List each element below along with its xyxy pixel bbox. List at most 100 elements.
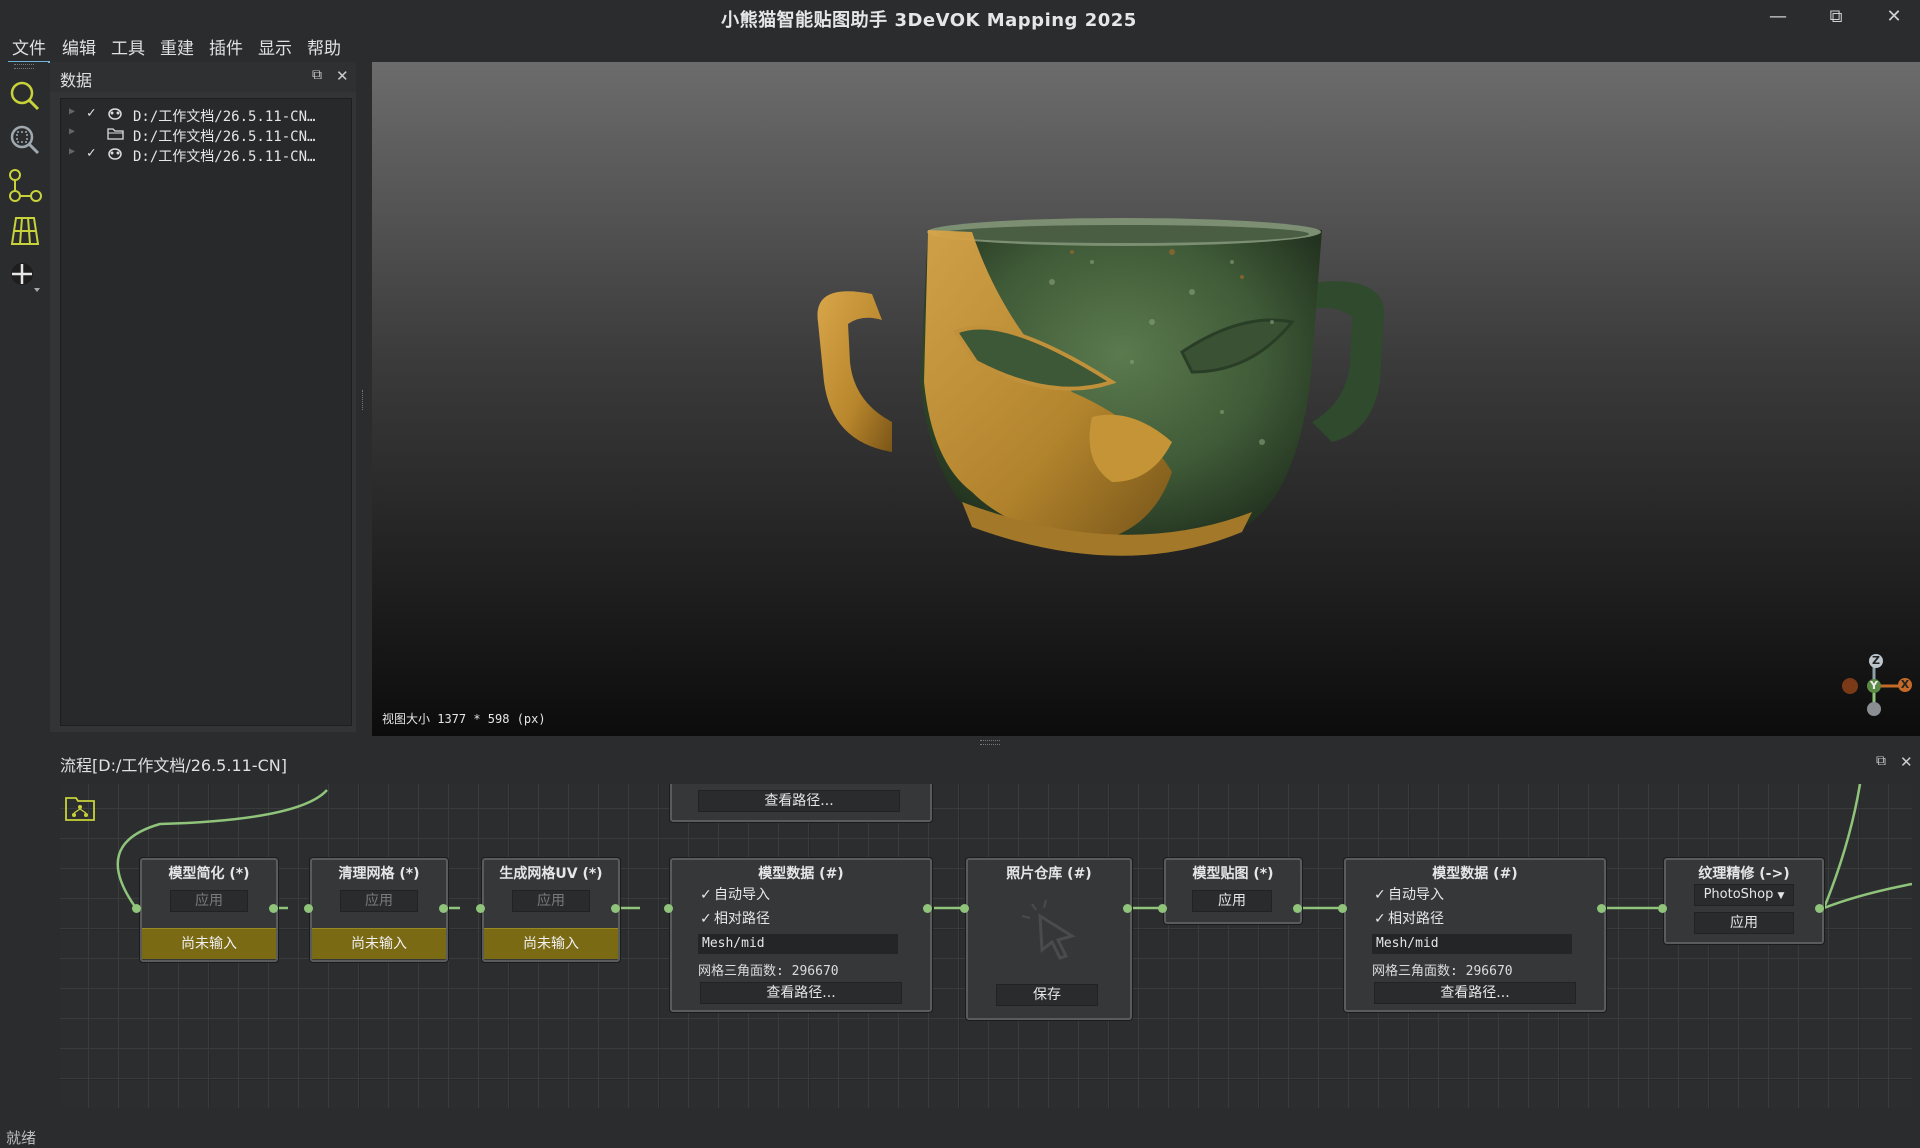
tree-item[interactable]: ▶ ✓ D:/工作文档/26.5.11-CN…	[61, 145, 349, 165]
search-zoom-icon[interactable]	[6, 78, 42, 114]
expand-arrow-icon[interactable]: ▶	[69, 146, 75, 157]
move-cross-icon[interactable]	[6, 258, 42, 294]
output-port[interactable]	[269, 904, 278, 913]
apply-button[interactable]: 应用	[512, 890, 590, 912]
relative-path-checkbox[interactable]: ✓ 相对路径	[700, 908, 770, 928]
node-title: 模型贴图 (*)	[1192, 866, 1274, 882]
close-panel-button[interactable]: ✕	[1900, 753, 1913, 771]
mesh-path-field[interactable]: Mesh/mid	[698, 934, 898, 954]
simplify-node[interactable]: 模型简化 (*) 应用 尚未输入	[140, 858, 278, 962]
left-toolbar	[0, 62, 48, 722]
pick-points-icon[interactable]	[6, 166, 42, 202]
flow-panel-title: 流程[D:/工作文档/26.5.11-CN]	[60, 756, 287, 775]
tree-item-label: D:/工作文档/26.5.11-CN…	[133, 129, 316, 145]
panel-splitter[interactable]	[362, 390, 367, 410]
view-size-label: 视图大小 1377 * 598 (px)	[382, 712, 546, 726]
expand-arrow-icon[interactable]: ▶	[69, 106, 75, 117]
menu-tools[interactable]: 工具	[107, 37, 149, 61]
output-port[interactable]	[1815, 904, 1824, 913]
checkbox-label: 相对路径	[714, 911, 770, 927]
restore-button[interactable]: ⧉	[1816, 4, 1856, 30]
photo-repository-node[interactable]: 照片仓库 (#) 保存	[966, 858, 1132, 1020]
data-tree: ▶ ✓ D:/工作文档/26.5.11-CN… ▶ D:/工作文档/26.5.1…	[60, 98, 352, 726]
apply-button[interactable]: 应用	[170, 890, 248, 912]
node-title: 生成网格UV (*)	[499, 866, 603, 882]
3d-viewport[interactable]: 视图大小 1377 * 598 (px) Z Y X	[372, 62, 1920, 736]
clean-mesh-node[interactable]: 清理网格 (*) 应用 尚未输入	[310, 858, 448, 962]
apply-button[interactable]: 应用	[1694, 912, 1794, 934]
data-panel-header: 数据 ⧉ ✕	[50, 62, 356, 92]
drop-cursor-icon	[1016, 896, 1086, 966]
input-port[interactable]	[664, 904, 673, 913]
workflow-folder-icon[interactable]	[64, 794, 96, 822]
node-title: 纹理精修 (->)	[1698, 866, 1790, 882]
menu-file[interactable]: 文件	[8, 37, 50, 63]
relative-path-checkbox[interactable]: ✓ 相对路径	[1374, 908, 1444, 928]
input-port[interactable]	[1338, 904, 1347, 913]
tree-item-label: D:/工作文档/26.5.11-CN…	[133, 149, 316, 165]
apply-button[interactable]: 应用	[1192, 890, 1272, 912]
status-badge: 尚未输入	[484, 928, 618, 959]
horizontal-splitter[interactable]	[980, 740, 1000, 745]
title-bar: 小熊猫智能贴图助手 3DeVOK Mapping 2025 — ⧉ ✕	[0, 0, 1920, 34]
output-port[interactable]	[611, 904, 620, 913]
menu-edit[interactable]: 编辑	[58, 37, 100, 61]
input-port[interactable]	[960, 904, 969, 913]
view-path-button[interactable]: 查看路径...	[698, 790, 900, 812]
triangle-count: 网格三角面数: 296670	[1372, 964, 1513, 979]
toolbar-grip[interactable]	[14, 64, 34, 69]
generate-uv-node[interactable]: 生成网格UV (*) 应用 尚未输入	[482, 858, 620, 962]
view-path-button[interactable]: 查看路径...	[700, 982, 902, 1004]
zoom-region-icon[interactable]	[6, 122, 42, 158]
flow-panel-header: 流程[D:/工作文档/26.5.11-CN] ⧉ ✕	[50, 748, 1920, 776]
input-port[interactable]	[1158, 904, 1167, 913]
output-port[interactable]	[1597, 904, 1606, 913]
checkbox-label: 相对路径	[1388, 911, 1444, 927]
save-button[interactable]: 保存	[996, 984, 1098, 1006]
tree-item[interactable]: ▶ D:/工作文档/26.5.11-CN…	[61, 125, 349, 145]
checkbox-label: 自动导入	[714, 887, 770, 903]
input-port[interactable]	[476, 904, 485, 913]
visibility-checkbox[interactable]: ✓	[87, 145, 101, 161]
axis-z-label[interactable]: Z	[1869, 654, 1883, 668]
status-badge: 尚未输入	[142, 928, 276, 959]
axis-x-label[interactable]: X	[1898, 678, 1912, 692]
node-title: 模型简化 (*)	[168, 866, 250, 882]
input-port[interactable]	[132, 904, 141, 913]
folder-icon	[107, 125, 125, 145]
mesh-path-field[interactable]: Mesh/mid	[1372, 934, 1572, 954]
apply-button[interactable]: 应用	[340, 890, 418, 912]
auto-import-checkbox[interactable]: ✓ 自动导入	[700, 884, 770, 904]
close-panel-button[interactable]: ✕	[336, 67, 349, 85]
menu-display[interactable]: 显示	[254, 37, 296, 61]
input-port[interactable]	[1658, 904, 1667, 913]
expand-arrow-icon[interactable]: ▶	[69, 126, 75, 137]
output-port[interactable]	[923, 904, 932, 913]
close-button[interactable]: ✕	[1874, 4, 1914, 30]
node-title: 照片仓库 (#)	[1006, 866, 1092, 882]
model-data-node[interactable]: 模型数据 (#) ✓ 自动导入 ✓ 相对路径 Mesh/mid 网格三角面数: 29…	[1344, 858, 1606, 1012]
output-port[interactable]	[1123, 904, 1132, 913]
input-port[interactable]	[304, 904, 313, 913]
tree-item[interactable]: ▶ ✓ D:/工作文档/26.5.11-CN…	[61, 105, 349, 125]
grid-mesh-icon[interactable]	[6, 212, 42, 248]
visibility-checkbox[interactable]: ✓	[87, 105, 101, 121]
texture-refine-node[interactable]: 纹理精修 (->) PhotoShop ▼ 应用	[1664, 858, 1824, 944]
minimize-button[interactable]: —	[1758, 4, 1798, 30]
output-port[interactable]	[439, 904, 448, 913]
axis-y-label[interactable]: Y	[1867, 679, 1881, 693]
menu-plugins[interactable]: 插件	[205, 37, 247, 61]
model-texture-node[interactable]: 模型贴图 (*) 应用	[1164, 858, 1302, 924]
flow-canvas[interactable]: 查看路径... 模型简化 (*) 应用 尚未输入 清理网格 (*) 应用 尚未输…	[60, 784, 1912, 1108]
menu-reconstruct[interactable]: 重建	[156, 37, 198, 61]
auto-import-checkbox[interactable]: ✓ 自动导入	[1374, 884, 1444, 904]
view-path-button[interactable]: 查看路径...	[1374, 982, 1576, 1004]
float-panel-button[interactable]: ⧉	[1876, 753, 1886, 769]
float-panel-button[interactable]: ⧉	[312, 67, 322, 83]
output-port[interactable]	[1293, 904, 1302, 913]
menu-help[interactable]: 帮助	[303, 37, 345, 61]
mesh-icon	[107, 105, 125, 125]
model-data-node[interactable]: 模型数据 (#) ✓ 自动导入 ✓ 相对路径 Mesh/mid 网格三角面数: 29…	[670, 858, 932, 1012]
app-select[interactable]: PhotoShop ▼	[1694, 884, 1794, 906]
bronze-cup-model	[817, 218, 1384, 556]
